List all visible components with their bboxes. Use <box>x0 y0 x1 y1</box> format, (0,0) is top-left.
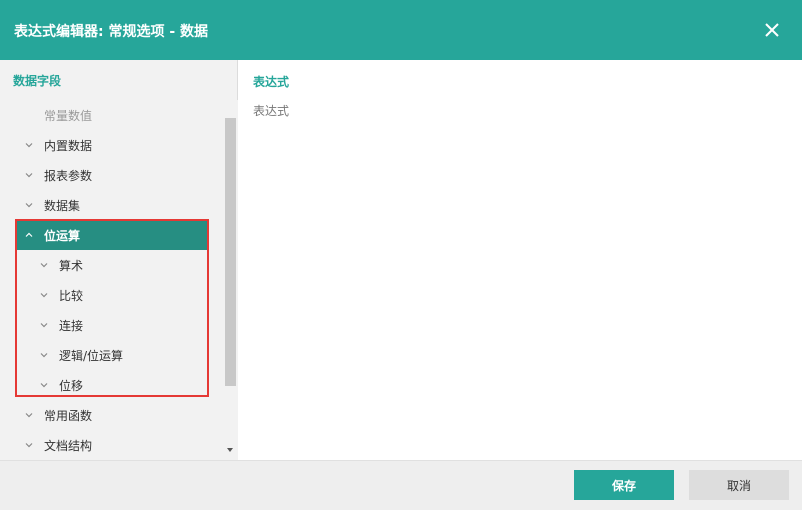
chevron-down-icon <box>24 140 34 150</box>
tree-item-label: 逻辑/位运算 <box>59 348 124 363</box>
tree-item-report-params[interactable]: 报表参数 <box>0 160 222 190</box>
chevron-down-icon <box>24 200 34 210</box>
chevron-down-icon <box>24 440 34 450</box>
scrollbar-thumb[interactable] <box>225 118 236 386</box>
tree-item-common-functions[interactable]: 常用函数 <box>0 400 222 430</box>
tree-item-comparison[interactable]: 比较 <box>0 280 222 310</box>
chevron-down-icon <box>24 410 34 420</box>
tree-item-datasets[interactable]: 数据集 <box>0 190 222 220</box>
tree-item-label: 位运算 <box>44 228 81 243</box>
chevron-down-icon <box>24 170 34 180</box>
close-icon <box>765 23 779 37</box>
tree-item-label: 报表参数 <box>44 168 93 183</box>
dialog-footer: 保存 取消 <box>0 460 802 510</box>
tree-item-shift[interactable]: 位移 <box>0 370 222 400</box>
tree-item-logic-bitwise[interactable]: 逻辑/位运算 <box>0 340 222 370</box>
fields-panel: 数据字段 常量数值 内置数据 报表参数 数据集 位运算 算术 比较 连接 逻辑/… <box>0 60 238 460</box>
expression-editor[interactable]: 表达式 <box>253 102 289 119</box>
dialog-title: 表达式编辑器: 常规选项 - 数据 <box>14 24 209 40</box>
tree-item-concatenation[interactable]: 连接 <box>0 310 222 340</box>
chevron-down-icon <box>39 380 49 390</box>
scroll-up-icon[interactable] <box>225 104 235 112</box>
tree-item-label: 常用函数 <box>44 408 93 423</box>
tree-item-bit-operations[interactable]: 位运算 <box>15 220 207 250</box>
chevron-down-icon <box>39 350 49 360</box>
chevron-up-icon <box>24 230 34 240</box>
cancel-button[interactable]: 取消 <box>689 470 789 500</box>
tree-item-label: 数据集 <box>44 198 81 213</box>
fields-section-title: 数据字段 <box>13 74 62 88</box>
tree-item-builtin-data[interactable]: 内置数据 <box>0 130 222 160</box>
tree-item-constant-values: 常量数值 <box>0 100 222 130</box>
expression-panel: 表达式 表达式 <box>239 60 802 460</box>
scroll-down-icon[interactable] <box>225 446 235 454</box>
tree-item-label: 连接 <box>59 318 84 333</box>
chevron-down-icon <box>39 290 49 300</box>
chevron-down-icon <box>39 320 49 330</box>
tree-item-label: 文档结构 <box>44 438 93 453</box>
tree-item-label: 位移 <box>59 378 84 393</box>
tree-item-label: 算术 <box>59 258 84 273</box>
tree-item-label: 常量数值 <box>44 108 93 123</box>
dialog-header: 表达式编辑器: 常规选项 - 数据 <box>0 0 802 60</box>
close-button[interactable] <box>758 16 786 44</box>
tree-item-label: 比较 <box>59 288 84 303</box>
tree-item-arithmetic[interactable]: 算术 <box>0 250 222 280</box>
fields-scrollbar[interactable] <box>222 100 238 460</box>
tree-item-label: 内置数据 <box>44 138 93 153</box>
tree-item-document-structure[interactable]: 文档结构 <box>0 430 222 460</box>
save-button[interactable]: 保存 <box>574 470 674 500</box>
expression-label: 表达式 <box>253 75 290 89</box>
chevron-down-icon <box>39 260 49 270</box>
